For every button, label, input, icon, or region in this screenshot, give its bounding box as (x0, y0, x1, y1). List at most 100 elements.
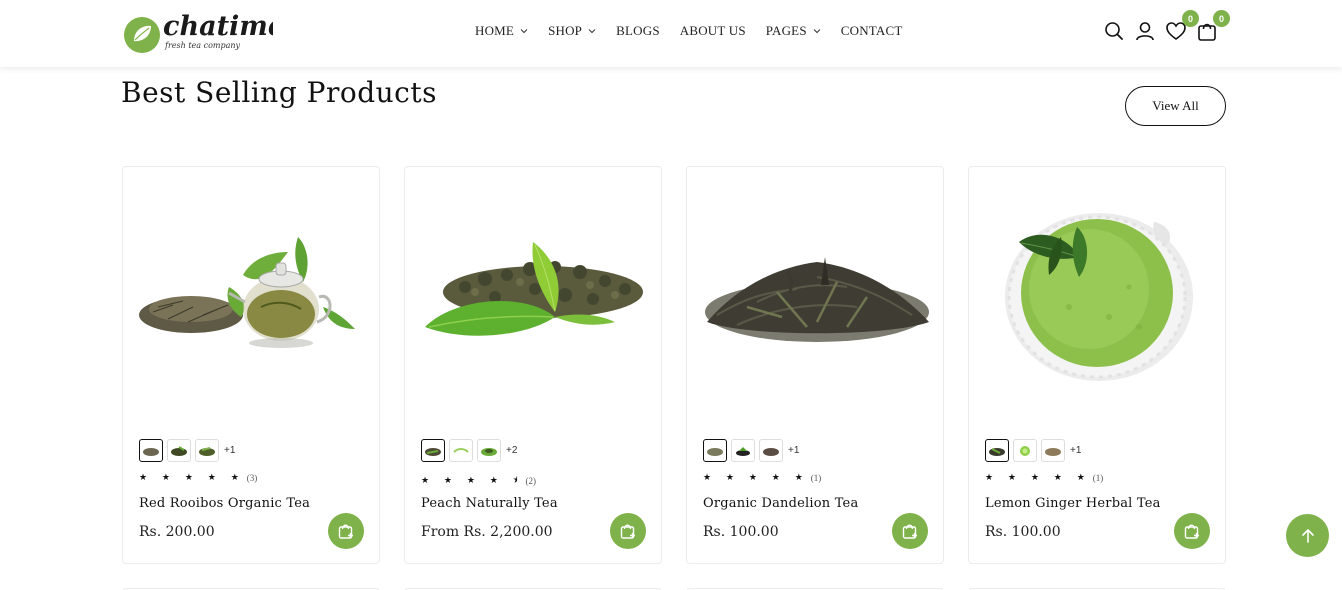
tea-thumb-icon (1020, 445, 1030, 456)
bag-plus-icon (1184, 524, 1199, 539)
variant-swatch[interactable] (195, 439, 219, 462)
product-price: From Rs. 2,200.00 (421, 524, 553, 540)
product-card[interactable]: +1 ★ ★ ★ ★ ★ (3) Red Rooibos Organic Tea… (122, 166, 380, 564)
section-title: Best Selling Products (121, 76, 437, 109)
site-header: chatime fresh tea company HOME SHOP BLOG… (0, 0, 1342, 67)
tea-thumb-icon (199, 446, 215, 456)
product-price: Rs. 200.00 (139, 524, 215, 540)
review-count: (2) (525, 476, 537, 486)
tea-thumb-icon (989, 447, 1005, 456)
view-all-button[interactable]: View All (1125, 86, 1226, 126)
tea-thumb-icon (1045, 447, 1061, 456)
tea-thumb-icon (453, 447, 469, 453)
variant-swatch[interactable] (421, 439, 445, 462)
add-to-cart-button[interactable] (328, 513, 364, 549)
product-image[interactable] (133, 197, 369, 397)
variant-swatch[interactable] (985, 439, 1009, 462)
product-image[interactable] (415, 197, 651, 397)
tea-thumb-icon (736, 446, 750, 456)
nav-pages[interactable]: PAGES (766, 23, 821, 39)
variant-swatch[interactable] (1041, 439, 1065, 462)
user-icon (1136, 22, 1154, 41)
nav-shop[interactable]: SHOP (548, 23, 596, 39)
header-actions: 0 0 (1103, 10, 1230, 42)
variant-swatch[interactable] (703, 439, 727, 462)
product-image[interactable] (697, 197, 933, 397)
variant-swatches: +2 (421, 439, 517, 462)
nav-shop-label: SHOP (548, 23, 583, 38)
variant-swatch[interactable] (759, 439, 783, 462)
bag-plus-icon (338, 524, 353, 539)
tea-thumb-icon (763, 447, 779, 456)
chevron-down-icon (520, 29, 528, 34)
cart-count-badge: 0 (1213, 10, 1230, 27)
nav-about-label: ABOUT US (679, 23, 746, 38)
add-to-cart-button[interactable] (1174, 513, 1210, 549)
svg-text:fresh tea company: fresh tea company (164, 41, 241, 50)
main-nav: HOME SHOP BLOGS ABOUT US PAGES CONTACT (475, 23, 923, 39)
product-name[interactable]: Red Rooibos Organic Tea (139, 496, 310, 511)
product-card[interactable]: +1 ★ ★ ★ ★ ★ (1) Organic Dandelion Tea R… (686, 166, 944, 564)
product-name[interactable]: Lemon Ginger Herbal Tea (985, 496, 1161, 511)
variant-swatches: +1 (985, 439, 1081, 462)
variant-swatch[interactable] (731, 439, 755, 462)
back-to-top-button[interactable] (1286, 514, 1329, 557)
nav-pages-label: PAGES (765, 23, 807, 38)
variant-swatch[interactable] (449, 439, 473, 462)
wishlist-button[interactable]: 0 (1165, 10, 1199, 42)
review-count: (3) (246, 473, 258, 483)
rating-stars: ★ ★ ★ ★ ★ (139, 473, 245, 483)
tea-thumb-icon (171, 445, 187, 456)
arrow-up-icon (1301, 528, 1314, 543)
bag-plus-icon (902, 524, 917, 539)
more-variants-count: +1 (224, 445, 236, 456)
rating-stars: ★ ★ ★ ★ ★ (703, 473, 809, 483)
more-variants-count: +1 (1070, 445, 1082, 456)
add-to-cart-button[interactable] (892, 513, 928, 549)
product-price: Rs. 100.00 (985, 524, 1061, 540)
product-card[interactable]: +2 ★ ★ ★ ★ ⯨ (2) Peach Naturally Tea Fro… (404, 166, 662, 564)
tea-thumb-icon (143, 447, 159, 456)
rating-stars: ★ ★ ★ ★ ★ (985, 473, 1091, 483)
bag-plus-icon (620, 524, 635, 539)
nav-blogs-label: BLOGS (616, 23, 660, 38)
review-count: (1) (1092, 473, 1104, 483)
star-rating: ★ ★ ★ ★ ★ (1) (985, 473, 1103, 483)
variant-swatch[interactable] (139, 439, 163, 462)
more-variants-count: +2 (506, 445, 518, 456)
add-to-cart-button[interactable] (610, 513, 646, 549)
chevron-down-icon (588, 29, 596, 34)
tea-thumb-icon (481, 447, 497, 456)
product-card[interactable]: +1 ★ ★ ★ ★ ★ (1) Lemon Ginger Herbal Tea… (968, 166, 1226, 564)
nav-contact[interactable]: CONTACT (841, 23, 903, 39)
nav-contact-label: CONTACT (840, 23, 903, 38)
search-icon (1105, 22, 1123, 40)
nav-blogs[interactable]: BLOGS (616, 23, 660, 39)
review-count: (1) (810, 473, 822, 483)
more-variants-count: +1 (788, 445, 800, 456)
nav-home-label: HOME (475, 23, 515, 38)
chevron-down-icon (813, 29, 821, 34)
product-name[interactable]: Organic Dandelion Tea (703, 496, 858, 511)
nav-about-us[interactable]: ABOUT US (680, 23, 746, 39)
star-rating: ★ ★ ★ ★ ⯨ (2) (421, 473, 536, 489)
product-price: Rs. 100.00 (703, 524, 779, 540)
variant-swatch[interactable] (1013, 439, 1037, 462)
variant-swatches: +1 (139, 439, 235, 462)
tea-thumb-icon (425, 447, 441, 456)
variant-swatch[interactable] (167, 439, 191, 462)
account-button[interactable] (1134, 20, 1156, 42)
product-name[interactable]: Peach Naturally Tea (421, 496, 558, 511)
brand-logo[interactable]: chatime fresh tea company (121, 6, 273, 58)
rating-stars: ★ ★ ★ ★ ⯨ (421, 476, 524, 486)
variant-swatches: +1 (703, 439, 799, 462)
star-rating: ★ ★ ★ ★ ★ (3) (139, 473, 257, 483)
star-rating: ★ ★ ★ ★ ★ (1) (703, 473, 821, 483)
tea-thumb-icon (707, 447, 723, 456)
search-button[interactable] (1103, 20, 1125, 42)
variant-swatch[interactable] (477, 439, 501, 462)
cart-button[interactable]: 0 (1196, 10, 1230, 42)
product-image[interactable] (979, 197, 1215, 397)
svg-text:chatime: chatime (163, 11, 273, 42)
nav-home[interactable]: HOME (475, 23, 528, 39)
